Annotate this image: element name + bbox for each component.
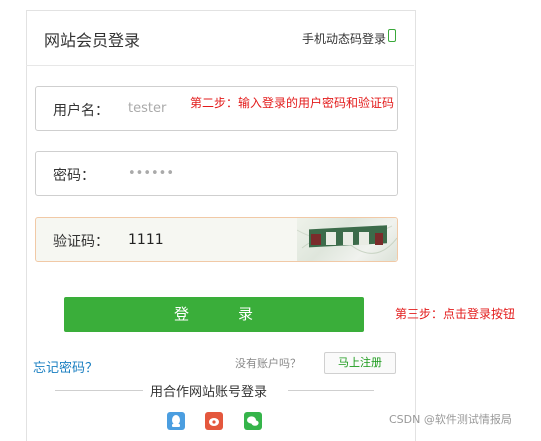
password-label: 密码：: [53, 168, 95, 184]
username-label: 用户名：: [53, 103, 109, 119]
register-button[interactable]: 马上注册: [324, 352, 396, 374]
step2-annotation: 第二步：输入登录的用户密码和验证码: [190, 96, 395, 110]
login-header: 网站会员登录 手机动态码登录: [26, 10, 414, 66]
weibo-icon[interactable]: [205, 412, 223, 430]
sms-login-link[interactable]: 手机动态码登录: [302, 30, 386, 47]
divider-right: [288, 390, 374, 391]
wechat-icon[interactable]: [244, 412, 262, 430]
captcha-input[interactable]: 1111: [128, 232, 164, 248]
no-account-text: 没有账户吗？: [235, 357, 301, 370]
captcha-image[interactable]: [297, 218, 397, 261]
partner-login-label: 用合作网站账号登录: [150, 385, 268, 400]
page-title: 网站会员登录: [44, 31, 141, 50]
username-input[interactable]: tester: [128, 101, 166, 116]
captcha-field[interactable]: 验证码： 1111: [35, 217, 398, 262]
password-input[interactable]: ••••••: [128, 166, 174, 181]
password-field[interactable]: 密码： ••••••: [35, 151, 398, 196]
divider-left: [55, 390, 143, 391]
qq-icon[interactable]: [167, 412, 185, 430]
watermark: CSDN @软件测试情报局: [389, 413, 512, 426]
phone-icon: [388, 29, 396, 42]
login-button[interactable]: 登 录: [64, 297, 364, 332]
captcha-label: 验证码：: [53, 234, 109, 250]
step3-annotation: 第三步：点击登录按钮: [395, 307, 516, 321]
forgot-password-link[interactable]: 忘记密码？: [33, 357, 98, 376]
